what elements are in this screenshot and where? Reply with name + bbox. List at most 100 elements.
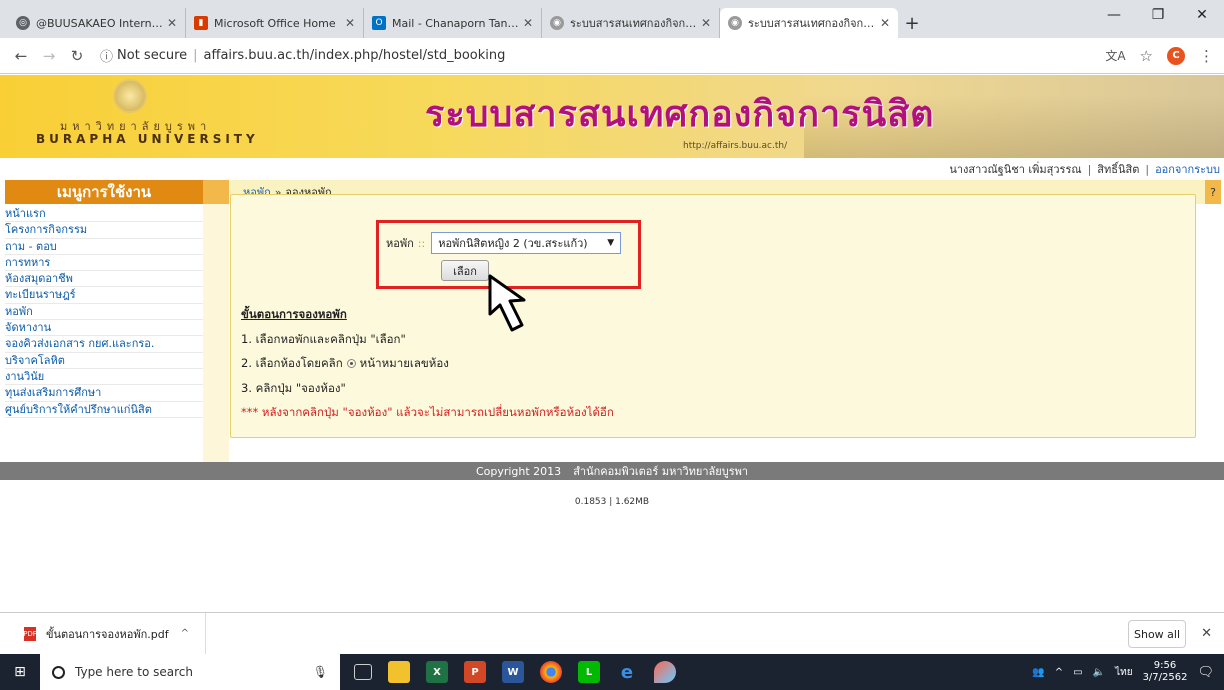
line-icon[interactable]: L <box>578 661 600 683</box>
outlook-icon: O <box>372 16 386 30</box>
clock-date: 3/7/2562 <box>1142 672 1188 683</box>
powerpoint-icon[interactable]: P <box>464 661 486 683</box>
user-role: สิทธิ์นิสิต <box>1097 163 1140 176</box>
sidebar-item-home[interactable]: หน้าแรก <box>5 206 203 223</box>
tab-title: Microsoft Office Home <box>214 16 336 30</box>
search-placeholder: Type here to search <box>75 665 193 679</box>
divider: | <box>1087 162 1092 176</box>
translate-icon[interactable]: 文A <box>1105 47 1125 64</box>
show-all-button[interactable]: Show all <box>1128 620 1186 648</box>
close-icon[interactable]: ✕ <box>345 16 355 30</box>
copyright-text: Copyright 2013 <box>475 464 562 478</box>
close-icon[interactable]: ✕ <box>880 16 890 30</box>
step-3: 3. คลิกปุ่ม "จองห้อง" <box>241 380 346 395</box>
sidebar-item-counseling[interactable]: ศูนย์บริการให้คำปรึกษาแก่นิสิต <box>5 402 203 418</box>
excel-icon[interactable]: X <box>426 661 448 683</box>
sidebar-item-career-library[interactable]: ห้องสมุดอาชีพ <box>5 271 203 288</box>
taskbar-search[interactable]: Type here to search 🎙 <box>40 654 340 690</box>
browser-tab[interactable]: ◉ ระบบสารสนเทศกองกิจการนิสิต มหา ✕ <box>542 8 720 38</box>
site-logo-icon: ◉ <box>728 16 742 30</box>
logout-link[interactable]: ออกจากระบบ <box>1155 160 1220 178</box>
chrome-icon[interactable] <box>540 661 562 683</box>
url-text: affairs.buu.ac.th/index.php/hostel/std_b… <box>203 48 506 63</box>
info-icon[interactable]: ⓘ <box>100 46 113 65</box>
university-seal-icon <box>113 79 147 113</box>
tab-title: ระบบสารสนเทศกองกิจการนิสิต มหา <box>748 17 876 30</box>
browser-tab[interactable]: O Mail - Chanaporn Tangmee - C ✕ <box>364 8 542 38</box>
security-label: Not secure <box>117 48 188 63</box>
new-tab-button[interactable]: + <box>898 8 926 38</box>
profile-avatar[interactable]: C <box>1167 46 1185 65</box>
input-language[interactable]: ไทย <box>1115 665 1132 680</box>
chevron-up-icon[interactable]: ^ <box>181 628 189 639</box>
word-icon[interactable]: W <box>502 661 524 683</box>
divider: | <box>1145 162 1150 176</box>
close-icon[interactable]: ✕ <box>701 16 711 30</box>
tab-title: Mail - Chanaporn Tangmee - C <box>392 16 519 30</box>
close-icon[interactable]: ✕ <box>1201 626 1212 641</box>
notification-icon[interactable]: 🗨 <box>1197 665 1214 680</box>
download-shelf: PDF ขั้นตอนการจองหอพัก.pdf ^ <box>0 612 1224 654</box>
sidebar-item-dormitory[interactable]: หอพัก <box>5 304 203 321</box>
volume-icon[interactable]: 🔈 <box>1093 667 1105 678</box>
site-banner: มหาวิทยาลัยบูรพา BURAPHA UNIVERSITY ระบบ… <box>0 75 1224 158</box>
pdf-file-icon: PDF <box>23 626 37 641</box>
close-icon[interactable]: ✕ <box>167 16 177 30</box>
sidebar-menu: หน้าแรก โครงการกิจกรรม ถาม - ตอบ การทหาร… <box>5 206 203 418</box>
globe-icon: ◎ <box>16 16 30 30</box>
site-logo-icon: ◉ <box>550 16 564 30</box>
task-view-icon[interactable] <box>354 664 372 680</box>
university-name-english: BURAPHA UNIVERSITY <box>36 132 259 146</box>
file-explorer-icon[interactable] <box>388 661 410 683</box>
reload-icon[interactable]: ↻ <box>66 47 88 65</box>
step-2-suffix: หน้าหมายเลขห้อง <box>359 356 449 370</box>
sidebar-item-activities[interactable]: โครงการกิจกรรม <box>5 222 203 239</box>
sidebar-item-civil-registration[interactable]: ทะเบียนราษฎร์ <box>5 287 203 304</box>
bookmark-star-icon[interactable]: ☆ <box>1140 47 1153 65</box>
network-icon[interactable]: ▭ <box>1073 667 1082 678</box>
sidebar-item-scholarships[interactable]: ทุนส่งเสริมการศึกษา <box>5 385 203 402</box>
forward-icon[interactable]: → <box>38 47 60 65</box>
minimize-button[interactable]: — <box>1092 0 1136 30</box>
organization-name: สำนักคอมพิวเตอร์ มหาวิทยาลัยบูรพา <box>573 465 749 478</box>
user-bar: นางสาวณัฐนิชา เพิ่มสุวรรณ | สิทธิ์นิสิต … <box>0 158 1224 180</box>
windows-start-icon[interactable]: ⊞ <box>0 654 40 690</box>
step-1: 1. เลือกหอพักและคลิกปุ่ม "เลือก" <box>241 331 406 346</box>
clock-time: 9:56 <box>1153 660 1177 671</box>
tab-title: @BUUSAKAEO Internet Authen <box>36 16 163 30</box>
window-controls: — ❐ ✕ <box>1092 0 1224 30</box>
warning-text: *** หลังจากคลิกปุ่ม "จองห้อง" แล้วจะไม่ส… <box>241 405 614 419</box>
office-icon: ▮ <box>194 16 208 30</box>
paint3d-icon[interactable] <box>654 661 676 683</box>
sidebar-item-discipline[interactable]: งานวินัย <box>5 369 203 386</box>
chevron-up-icon[interactable]: ^ <box>1055 667 1063 678</box>
browser-tab[interactable]: ▮ Microsoft Office Home ✕ <box>186 8 364 38</box>
booking-steps: ขั้นตอนการจองหอพัก 1. เลือกหอพักและคลิกป… <box>241 302 614 425</box>
sidebar-item-blood-donation[interactable]: บริจาคโลหิต <box>5 353 203 369</box>
sidebar-item-loan-queue[interactable]: จองคิวส่งเอกสาร กยศ.และกรอ. <box>5 336 203 353</box>
download-filename: ขั้นตอนการจองหอพัก.pdf <box>46 627 169 641</box>
browser-tab-active[interactable]: ◉ ระบบสารสนเทศกองกิจการนิสิต มหา ✕ <box>720 8 898 38</box>
menu-header: เมนูการใช้งาน <box>5 180 203 204</box>
back-icon[interactable]: ← <box>10 47 32 65</box>
browser-tab-strip: ◎ @BUUSAKAEO Internet Authen ✕ ▮ Microso… <box>0 0 1224 38</box>
sidebar-item-jobs[interactable]: จัดหางาน <box>5 320 203 337</box>
url-field[interactable]: ⓘ Not secure | affairs.buu.ac.th/index.p… <box>100 46 1095 65</box>
close-window-button[interactable]: ✕ <box>1180 0 1224 30</box>
microphone-icon[interactable]: 🎙 <box>313 665 328 679</box>
download-item[interactable]: PDF ขั้นตอนการจองหอพัก.pdf ^ <box>0 613 206 654</box>
sidebar-item-qa[interactable]: ถาม - ตอบ <box>5 239 203 255</box>
tab-title: ระบบสารสนเทศกองกิจการนิสิต มหา <box>570 17 697 30</box>
help-button[interactable]: ? <box>1205 180 1221 204</box>
close-icon[interactable]: ✕ <box>523 16 533 30</box>
system-title: ระบบสารสนเทศกองกิจการนิสิต <box>425 94 935 135</box>
people-icon[interactable]: 👥 <box>1032 667 1044 678</box>
clock[interactable]: 9:56 3/7/2562 <box>1143 660 1188 684</box>
menu-dots-icon[interactable]: ⋮ <box>1199 47 1214 65</box>
restore-button[interactable]: ❐ <box>1136 0 1180 30</box>
browser-tab[interactable]: ◎ @BUUSAKAEO Internet Authen ✕ <box>8 8 186 38</box>
edge-icon[interactable]: e <box>616 661 638 683</box>
sidebar-strip <box>203 204 229 462</box>
sidebar-item-military[interactable]: การทหาร <box>5 255 203 272</box>
taskbar-apps: X P W L e <box>354 661 676 683</box>
